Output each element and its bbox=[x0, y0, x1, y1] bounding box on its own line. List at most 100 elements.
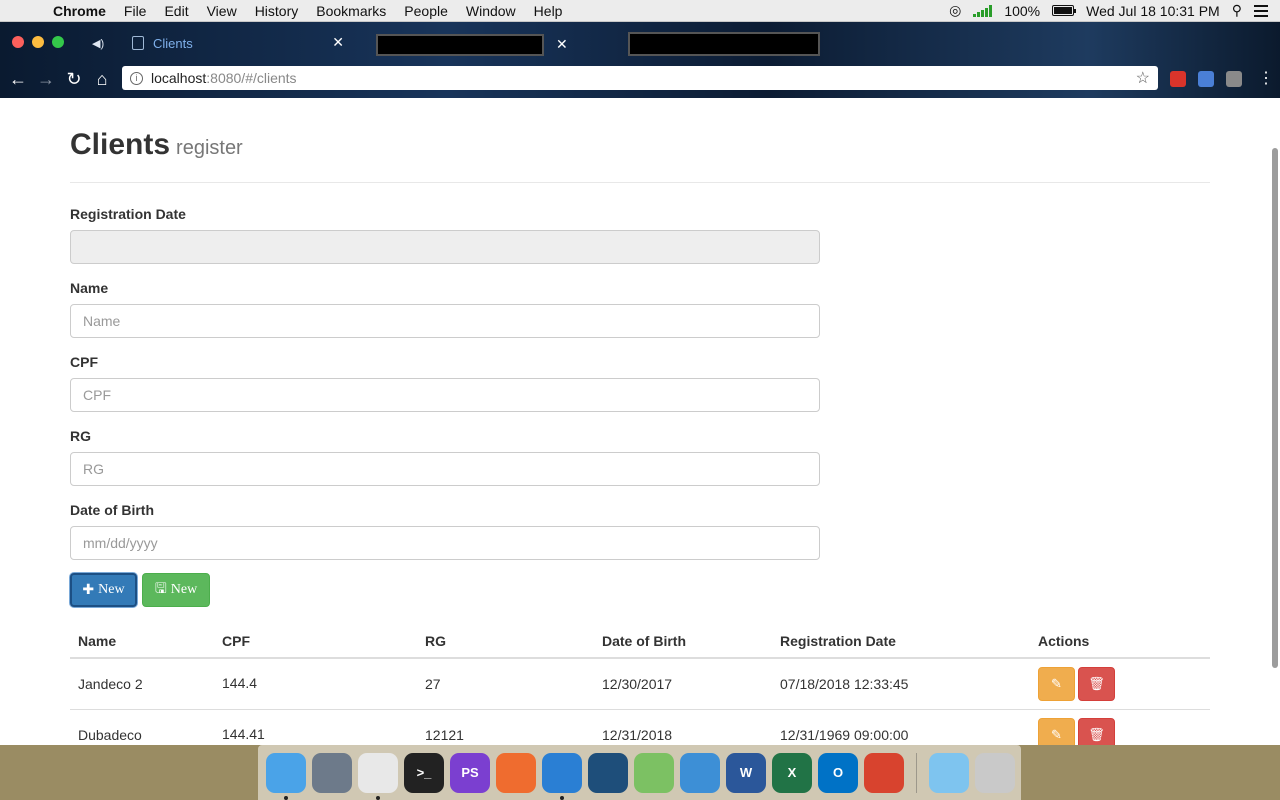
tab-clients[interactable]: Clients ✕ bbox=[120, 28, 352, 58]
table-header-row: Name CPF RG Date of Birth Registration D… bbox=[70, 625, 1210, 659]
name-field[interactable] bbox=[70, 304, 820, 338]
notification-center-icon[interactable] bbox=[1254, 4, 1268, 17]
registration-date-label: Registration Date bbox=[70, 206, 186, 222]
col-header-name: Name bbox=[70, 625, 214, 659]
minimize-window-button[interactable] bbox=[32, 36, 44, 48]
name-label: Name bbox=[70, 280, 109, 296]
new-client-button[interactable]: ✚ New bbox=[70, 573, 137, 607]
cell-rg: 27 bbox=[417, 657, 594, 709]
rg-field[interactable] bbox=[70, 452, 820, 486]
extension-adblock-icon[interactable] bbox=[1170, 71, 1186, 87]
table-row: Dubadeco 144.41 12121 12/31/2018 12/31/1… bbox=[70, 708, 1210, 745]
spotlight-search-icon[interactable]: ⚲ bbox=[1232, 2, 1242, 19]
dock-finder-icon[interactable] bbox=[266, 752, 306, 800]
cell-dob: 12/31/2018 bbox=[594, 708, 772, 745]
clock[interactable]: Wed Jul 18 10:31 PM bbox=[1086, 3, 1220, 19]
close-window-button[interactable] bbox=[12, 36, 24, 48]
cell-rg: 12121 bbox=[417, 708, 594, 745]
menu-history[interactable]: History bbox=[246, 3, 308, 19]
col-header-cpf: CPF bbox=[214, 625, 417, 659]
home-icon[interactable]: ⌂ bbox=[88, 69, 116, 90]
redacted-tab[interactable] bbox=[376, 34, 544, 56]
window-controls bbox=[12, 36, 64, 48]
cell-dob: 12/30/2017 bbox=[594, 657, 772, 709]
redacted-value bbox=[255, 674, 351, 693]
rg-label: RG bbox=[70, 428, 91, 444]
dock-xcode-icon[interactable] bbox=[680, 752, 720, 793]
cell-actions: ✎ 🗑 bbox=[1030, 708, 1210, 745]
url-path: :8080/#/clients bbox=[206, 70, 297, 86]
save-client-button[interactable]: 🖫 New bbox=[142, 573, 210, 607]
page-favicon-icon bbox=[132, 36, 144, 50]
date-of-birth-field[interactable] bbox=[70, 526, 820, 560]
page-subtitle: register bbox=[176, 137, 243, 159]
reload-icon[interactable]: ↻ bbox=[60, 69, 88, 90]
page-scrollbar[interactable] bbox=[1272, 148, 1278, 668]
menu-app-name[interactable]: Chrome bbox=[44, 3, 115, 19]
chrome-menu-icon[interactable]: ⋮ bbox=[1258, 68, 1274, 88]
cell-cpf-wrap: 144.4 bbox=[214, 657, 417, 709]
dock-remote-desktop-icon[interactable] bbox=[864, 752, 904, 793]
dock-launchpad-icon[interactable] bbox=[312, 752, 352, 793]
forward-icon[interactable]: → bbox=[32, 69, 60, 90]
rg-group: RG bbox=[70, 428, 820, 486]
browser-toolbar: ← → ↻ ⌂ i localhost:8080/#/clients ☆ ⋮ bbox=[0, 62, 1280, 96]
dock-phpstorm-icon[interactable]: PS bbox=[450, 752, 490, 793]
delete-button[interactable]: 🗑 bbox=[1078, 717, 1115, 745]
col-header-rg: RG bbox=[417, 625, 594, 659]
cell-name: Jandeco 2 bbox=[70, 657, 214, 709]
address-bar[interactable]: i localhost:8080/#/clients ☆ bbox=[122, 66, 1158, 90]
dock-folder-icon[interactable] bbox=[929, 752, 969, 793]
extension-download-icon[interactable] bbox=[1226, 71, 1242, 87]
col-header-actions: Actions bbox=[1030, 625, 1210, 659]
trash-icon: 🗑 bbox=[1088, 726, 1105, 742]
extension-translate-icon[interactable] bbox=[1198, 71, 1214, 87]
date-of-birth-group: Date of Birth bbox=[70, 502, 820, 560]
menu-bookmarks[interactable]: Bookmarks bbox=[307, 3, 395, 19]
signal-icon[interactable] bbox=[973, 4, 993, 17]
close-tab-icon[interactable]: ✕ bbox=[556, 36, 568, 53]
menu-people[interactable]: People bbox=[395, 3, 457, 19]
delete-button[interactable]: 🗑 bbox=[1078, 666, 1115, 701]
creative-cloud-icon[interactable]: ◎ bbox=[949, 2, 961, 19]
dock-terminal-icon[interactable]: >_ bbox=[404, 752, 444, 793]
dock-word-icon[interactable]: W bbox=[726, 752, 766, 793]
date-of-birth-label: Date of Birth bbox=[70, 502, 154, 518]
tab-audio-icon[interactable]: ◀) bbox=[92, 37, 104, 50]
redacted-tab[interactable] bbox=[628, 32, 820, 56]
dock-excel-icon[interactable]: X bbox=[772, 752, 812, 793]
dock-mysql-workbench-icon[interactable] bbox=[588, 752, 628, 793]
menu-view[interactable]: View bbox=[198, 3, 246, 19]
dock-outlook-icon[interactable]: O bbox=[818, 752, 858, 793]
redacted-value bbox=[262, 725, 358, 744]
trash-icon: 🗑 bbox=[1088, 675, 1105, 691]
cpf-field[interactable] bbox=[70, 378, 820, 412]
site-info-icon[interactable]: i bbox=[130, 71, 143, 85]
edit-button[interactable]: ✎ bbox=[1038, 717, 1075, 745]
battery-icon[interactable] bbox=[1052, 5, 1077, 16]
back-icon[interactable]: ← bbox=[4, 69, 32, 90]
dock-postman-icon[interactable] bbox=[496, 752, 536, 793]
cell-cpf: 144.4 bbox=[222, 674, 258, 691]
tab-title: Clients bbox=[153, 35, 193, 51]
col-header-registration-date: Registration Date bbox=[772, 625, 1030, 659]
bookmark-star-icon[interactable]: ☆ bbox=[1136, 68, 1150, 88]
edit-button[interactable]: ✎ bbox=[1038, 666, 1075, 701]
macos-dock: >_ PS W X O bbox=[258, 745, 1021, 800]
menu-help[interactable]: Help bbox=[525, 3, 572, 19]
cell-cpf-wrap: 144.41 bbox=[214, 708, 417, 745]
macos-menu-bar: Chrome File Edit View History Bookmarks … bbox=[0, 0, 1280, 22]
cell-registration-date: 07/18/2018 12:33:45 bbox=[772, 657, 1030, 709]
dock-android-studio-icon[interactable] bbox=[634, 752, 674, 793]
menu-file[interactable]: File bbox=[115, 3, 156, 19]
page-content: Clientsregister Registration Date Name C… bbox=[0, 98, 1280, 745]
menu-edit[interactable]: Edit bbox=[155, 3, 197, 19]
close-tab-icon[interactable]: ✕ bbox=[332, 34, 344, 51]
menu-window[interactable]: Window bbox=[457, 3, 525, 19]
zoom-window-button[interactable] bbox=[52, 36, 64, 48]
pencil-icon: ✎ bbox=[1051, 726, 1062, 742]
dock-trash-icon[interactable] bbox=[975, 752, 1015, 793]
dock-chrome-icon[interactable] bbox=[358, 752, 398, 800]
cell-name: Dubadeco bbox=[70, 708, 214, 745]
dock-vscode-icon[interactable] bbox=[542, 752, 582, 800]
